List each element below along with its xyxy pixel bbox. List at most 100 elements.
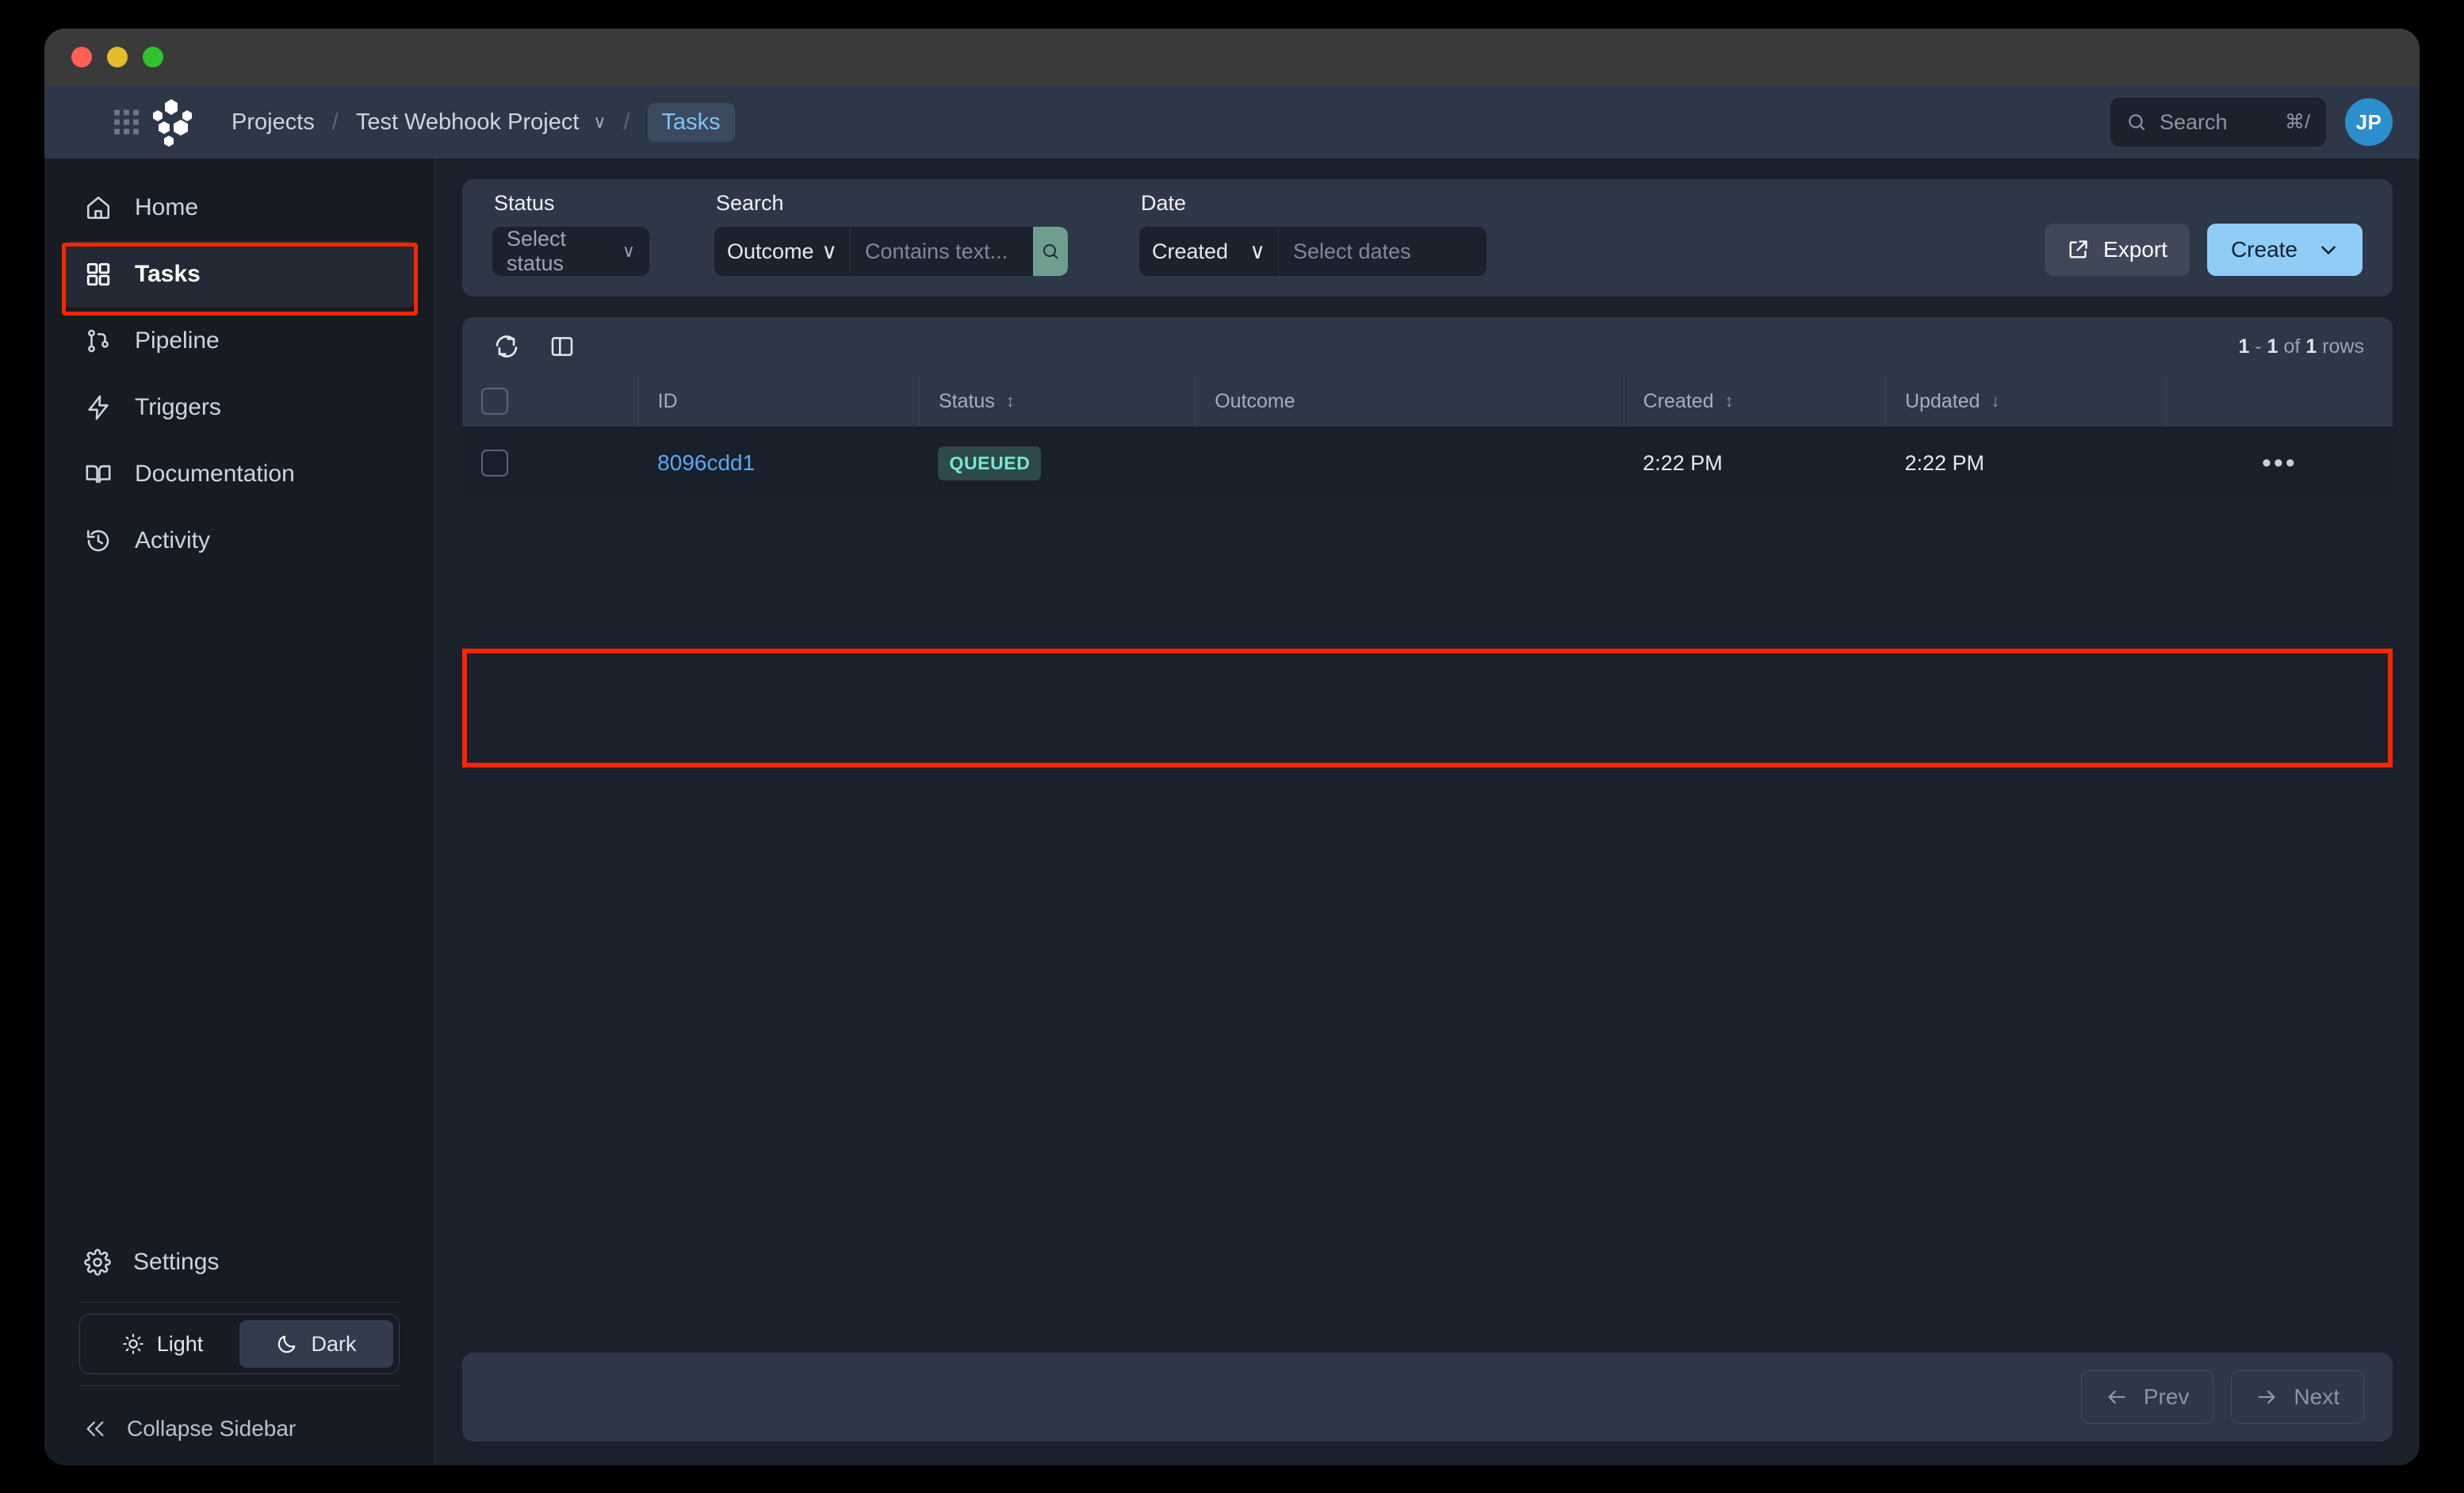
column-id[interactable]: ID [637,376,920,427]
table-toolbar: 1 - 1 of 1 rows [462,317,2393,376]
toggle-panel-icon[interactable] [546,331,578,362]
search-icon [1041,242,1060,261]
row-status-cell: QUEUED [919,427,1196,500]
refresh-icon[interactable] [491,331,522,362]
breadcrumb-current-tasks[interactable]: Tasks [647,102,735,142]
sidebar-item-tasks[interactable]: Tasks [63,241,415,308]
table-head: ID Status ↕ Outcome Created ↕ Updated ↓ [462,376,2393,427]
theme-dark-label: Dark [311,1331,357,1356]
chevron-down-icon[interactable]: ∨ [593,112,606,132]
book-icon [84,460,113,488]
theme-option-dark[interactable]: Dark [239,1320,393,1368]
filter-search-group: Search Outcome ∨ Contains text... [714,191,1068,276]
sidebar-footer: Settings Light Dark Collapse Sidebar [44,1229,434,1465]
column-actions [2166,376,2393,427]
row-count-unit: rows [2322,335,2364,358]
task-id-link[interactable]: 8096cdd1 [657,450,755,475]
sidebar-item-activity[interactable]: Activity [63,507,415,574]
sidebar-item-documentation[interactable]: Documentation [63,441,415,507]
app-launcher-icon[interactable] [114,109,139,135]
chevron-double-left-icon [84,1418,106,1440]
close-window-button[interactable] [71,47,92,67]
global-search-input[interactable]: Search ⌘/ [2110,98,2326,147]
maximize-window-button[interactable] [143,47,163,67]
row-checkbox[interactable] [481,450,508,477]
create-label: Create [2230,237,2298,262]
arrow-left-icon [2106,1386,2128,1408]
table-body: 8096cdd1 QUEUED 2:22 PM 2:22 PM ••• [462,427,2393,500]
breadcrumb-projects[interactable]: Projects [231,109,315,136]
breadcrumb: Projects / Test Webhook Project ∨ / Task… [231,102,735,142]
select-all-checkbox[interactable] [481,388,508,415]
table-header-row: ID Status ↕ Outcome Created ↕ Updated ↓ [462,376,2393,427]
search-submit-button[interactable] [1033,227,1068,276]
sidebar-item-label: Pipeline [135,327,220,354]
prev-page-button[interactable]: Prev [2080,1370,2214,1424]
column-updated[interactable]: Updated ↓ [1884,376,2167,427]
row-updated-cell: 2:22 PM [1885,427,2167,500]
row-created-cell: 2:22 PM [1624,427,1886,500]
settings-label: Settings [133,1249,220,1275]
filter-status-group: Status Select status ∨ [492,191,649,276]
status-select[interactable]: Select status ∨ [492,227,649,276]
theme-toggle[interactable]: Light Dark [79,1314,400,1374]
column-created[interactable]: Created ↕ [1623,376,1886,427]
search-icon [2126,112,2147,132]
pagination-bar: Prev Next [462,1353,2393,1441]
search-text-placeholder: Contains text... [865,239,1008,263]
create-button[interactable]: Create [2206,224,2363,276]
filter-date-label: Date [1141,191,1187,215]
sidebar-item-triggers[interactable]: Triggers [63,374,415,441]
gear-icon [84,1249,111,1276]
export-label: Export [2103,237,2167,262]
sidebar-item-label: Activity [135,527,211,553]
column-outcome[interactable]: Outcome [1195,376,1624,427]
filter-search-label: Search [716,191,784,215]
sidebar-item-settings[interactable]: Settings [44,1229,434,1296]
row-outcome-cell [1195,427,1624,500]
minimize-window-button[interactable] [107,47,128,67]
row-count-total: 1 [2305,335,2317,358]
theme-option-light[interactable]: Light [86,1320,239,1368]
sidebar-item-pipeline[interactable]: Pipeline [63,308,415,374]
avatar[interactable]: JP [2345,98,2393,146]
external-link-icon [2067,239,2089,261]
sidebar-nav: Home Tasks Pipeline Triggers Documentati… [44,159,434,574]
pipeline-icon [84,327,113,355]
table-row[interactable]: 8096cdd1 QUEUED 2:22 PM 2:22 PM ••• [462,427,2393,500]
chevron-down-icon: ∨ [1249,239,1265,263]
window-titlebar [44,29,2420,86]
date-range-placeholder: Select dates [1293,239,1411,263]
export-button[interactable]: Export [2045,224,2190,276]
row-more-actions-icon[interactable]: ••• [2262,448,2298,478]
breadcrumb-separator-1: / [331,109,339,135]
column-updated-label: Updated [1904,389,1980,412]
chevron-down-icon [2318,239,2339,260]
moon-icon [276,1333,298,1355]
breadcrumb-project-name[interactable]: Test Webhook Project [356,109,580,136]
next-page-button[interactable]: Next [2231,1370,2364,1424]
row-actions-cell: ••• [2166,427,2393,500]
date-type-value: Created [1152,239,1229,263]
collapse-sidebar-button[interactable]: Collapse Sidebar [44,1392,434,1465]
sidebar-item-label: Triggers [135,394,221,420]
row-count-of: of [2283,335,2301,358]
main-content: Status Select status ∨ Search Outcome ∨ [435,159,2420,1465]
collapse-sidebar-label: Collapse Sidebar [127,1416,297,1441]
sort-icon[interactable]: ↕ [1725,391,1734,412]
app-window: Projects / Test Webhook Project ∨ / Task… [44,29,2420,1465]
sidebar-item-home[interactable]: Home [63,174,415,241]
search-type-select[interactable]: Outcome ∨ [714,227,851,276]
sort-desc-icon[interactable]: ↓ [1991,391,1999,412]
row-count-dash: - [2255,335,2262,358]
date-range-input[interactable]: Select dates [1279,227,1486,276]
sort-icon[interactable]: ↕ [1006,391,1015,412]
date-type-select[interactable]: Created ∨ [1139,227,1279,276]
column-status[interactable]: Status ↕ [918,376,1196,427]
next-page-label: Next [2294,1384,2340,1409]
app-logo-icon [151,98,197,147]
row-count-to: 1 [2267,335,2278,358]
search-text-input[interactable]: Contains text... [851,227,1033,276]
filter-actions: Export Create [2045,224,2363,276]
sidebar-divider-2 [79,1385,400,1386]
